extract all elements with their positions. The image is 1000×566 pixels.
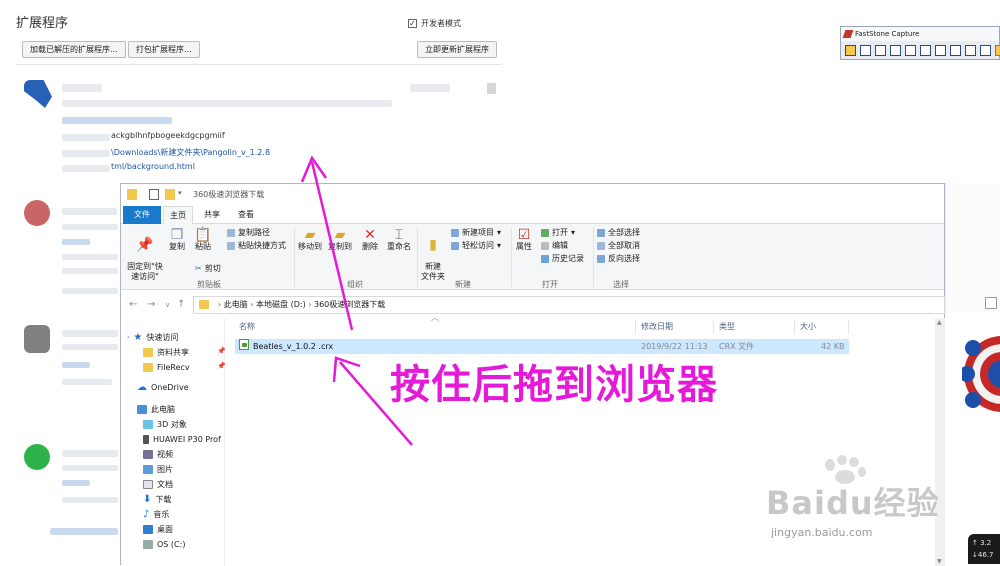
upload-speed-value: 3.2 <box>980 539 992 547</box>
network-speed-widget: ↑ 3.2 ↓46.7 <box>968 534 1000 564</box>
download-speed-value: 46.7 <box>977 551 994 559</box>
download-speed: ↓46.7 <box>972 551 994 559</box>
baidu-watermark-url: jingyan.baidu.com <box>771 526 873 539</box>
upload-speed: ↑ 3.2 <box>972 539 992 547</box>
arrow-to-browser <box>310 161 354 331</box>
baidu-watermark-logo: Baidu经验 <box>766 484 940 522</box>
annotation-text: 按住后拖到浏览器 <box>390 362 718 408</box>
